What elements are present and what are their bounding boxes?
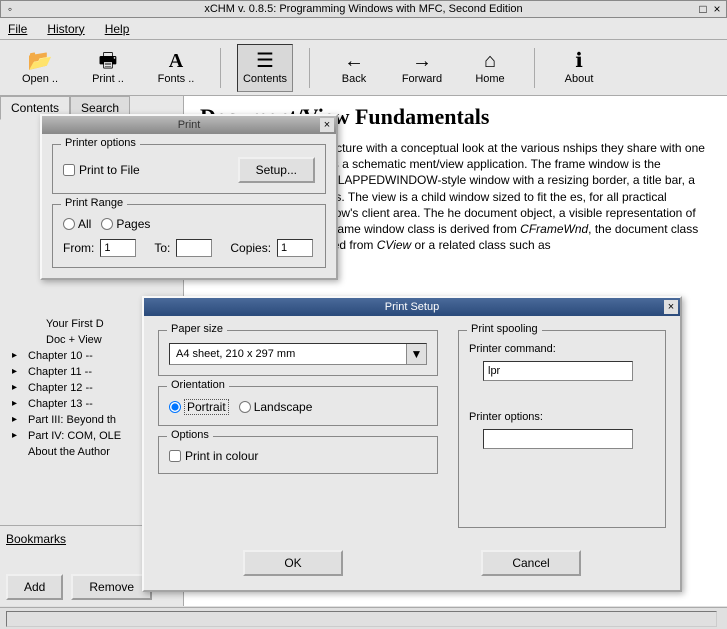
printer-options-label: Printer options: (469, 411, 655, 423)
to-input[interactable] (176, 239, 212, 257)
paper-size-group: Paper size A4 sheet, 210 x 297 mm ▼ (158, 330, 438, 376)
print-to-file-checkbox[interactable]: Print to File (63, 163, 140, 177)
menu-history[interactable]: History (47, 22, 84, 36)
separator (309, 48, 310, 88)
copies-label: Copies: (230, 241, 271, 255)
orientation-group: Orientation Portrait Landscape (158, 386, 438, 426)
spooling-group: Print spooling Printer command: Printer … (458, 330, 666, 528)
open-icon: 📂 (28, 51, 53, 71)
print-dialog: Print × Printer options Print to File Se… (40, 114, 338, 280)
close-icon[interactable]: × (664, 300, 678, 314)
printer-options-group: Printer options Print to File Setup... (52, 144, 326, 194)
print-range-group: Print Range All Pages From: To: Copies: (52, 204, 326, 268)
copies-input[interactable] (277, 239, 313, 257)
from-input[interactable] (100, 239, 136, 257)
forward-button[interactable]: →Forward (394, 44, 450, 92)
setup-button[interactable]: Setup... (238, 157, 315, 183)
cancel-button[interactable]: Cancel (481, 550, 581, 576)
menu-file[interactable]: File (8, 22, 27, 36)
fonts-icon: A (169, 51, 183, 71)
print-button[interactable]: 🖶Print .. (80, 44, 136, 92)
statusbar (0, 607, 727, 629)
about-icon: ℹ (575, 51, 583, 71)
remove-button[interactable]: Remove (71, 574, 152, 600)
window-title: xCHM v. 0.8.5: Programming Windows with … (204, 3, 522, 15)
forward-icon: → (412, 51, 432, 71)
to-label: To: (154, 241, 170, 255)
window-menu-icon[interactable]: ◦ (3, 2, 17, 16)
home-button[interactable]: ⌂Home (462, 44, 518, 92)
main-titlebar: ◦ xCHM v. 0.8.5: Programming Windows wit… (0, 0, 727, 18)
colour-checkbox[interactable]: Print in colour (169, 449, 427, 463)
from-label: From: (63, 241, 94, 255)
print-setup-dialog: Print Setup × Paper size A4 sheet, 210 x… (142, 296, 682, 592)
open-button[interactable]: 📂Open .. (12, 44, 68, 92)
status-segment (6, 611, 717, 627)
home-icon: ⌂ (484, 51, 496, 71)
back-button[interactable]: ←Back (326, 44, 382, 92)
chevron-down-icon[interactable]: ▼ (406, 344, 426, 364)
printer-options-input[interactable] (483, 429, 633, 449)
print-icon: 🖶 (99, 51, 118, 71)
contents-icon: ☰ (256, 51, 274, 71)
close-icon[interactable]: × (320, 118, 334, 132)
toolbar: 📂Open .. 🖶Print .. AFonts .. ☰Contents ←… (0, 40, 727, 96)
close-icon[interactable]: × (710, 2, 724, 16)
paper-size-combo[interactable]: A4 sheet, 210 x 297 mm ▼ (169, 343, 427, 365)
ok-button[interactable]: OK (243, 550, 343, 576)
separator (220, 48, 221, 88)
printer-command-input[interactable] (483, 361, 633, 381)
about-button[interactable]: ℹAbout (551, 44, 607, 92)
landscape-radio[interactable]: Landscape (239, 400, 313, 414)
contents-button[interactable]: ☰Contents (237, 44, 293, 92)
all-radio[interactable]: All (63, 217, 91, 231)
portrait-radio[interactable]: Portrait (169, 399, 229, 415)
maximize-icon[interactable]: □ (696, 2, 710, 16)
separator (534, 48, 535, 88)
pages-radio[interactable]: Pages (101, 217, 150, 231)
print-dialog-title[interactable]: Print × (42, 116, 336, 134)
add-button[interactable]: Add (6, 574, 63, 600)
options-group: Options Print in colour (158, 436, 438, 474)
fonts-button[interactable]: AFonts .. (148, 44, 204, 92)
printer-command-label: Printer command: (469, 343, 655, 355)
print-setup-title[interactable]: Print Setup × (144, 298, 680, 316)
menu-help[interactable]: Help (105, 22, 130, 36)
menubar: File History Help (0, 18, 727, 40)
back-icon: ← (344, 51, 364, 71)
